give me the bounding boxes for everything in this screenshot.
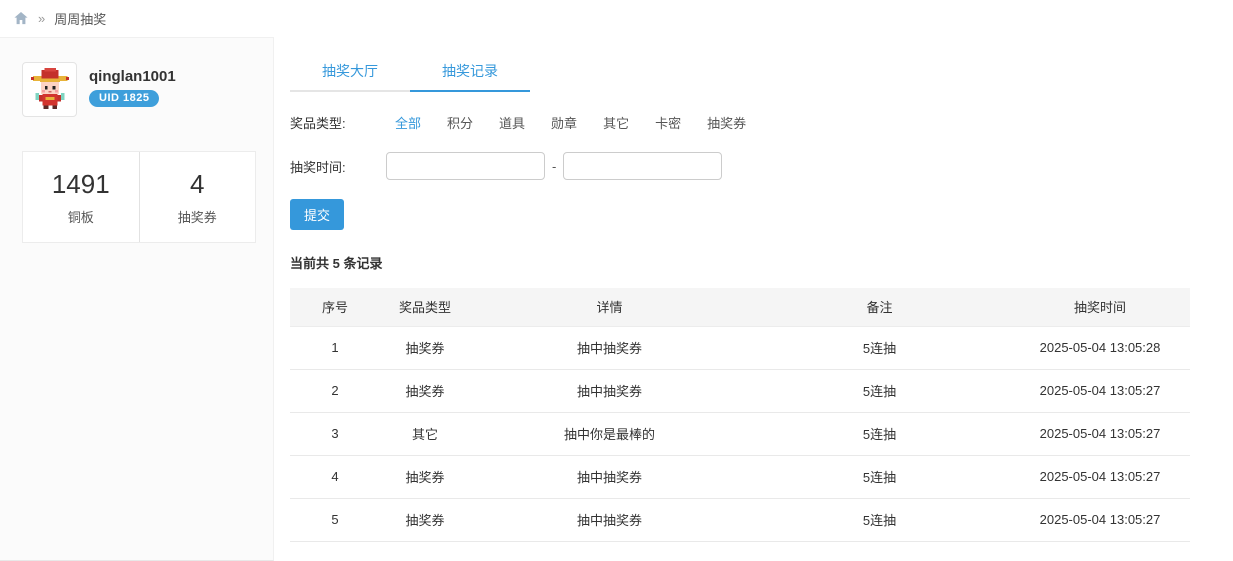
cell-draw-time: 2025-05-04 13:05:27 — [1010, 498, 1190, 541]
draw-time-filter-row: 抽奖时间: - — [290, 152, 1190, 180]
table-row: 5 抽奖券 抽中抽奖券 5连抽 2025-05-04 13:05:27 — [290, 498, 1190, 541]
tab-lottery-hall[interactable]: 抽奖大厅 — [290, 48, 410, 92]
tickets-value: 4 — [140, 169, 256, 200]
filter-option-ticket[interactable]: 抽奖券 — [707, 113, 746, 132]
filter-option-points[interactable]: 积分 — [447, 113, 473, 132]
tab-lottery-records[interactable]: 抽奖记录 — [410, 48, 530, 92]
cell-draw-time: 2025-05-04 13:05:27 — [1010, 412, 1190, 455]
filter-option-all[interactable]: 全部 — [395, 113, 421, 132]
user-sidebar: qinglan1001 UID 1825 1491 铜板 4 抽奖券 — [0, 37, 274, 561]
tickets-label: 抽奖券 — [140, 207, 256, 226]
cell-index: 3 — [290, 412, 380, 455]
main-content: 抽奖大厅 抽奖记录 奖品类型: 全部 积分 道具 勋章 其它 卡密 抽奖券 抽奖… — [274, 37, 1233, 561]
cell-detail: 抽中抽奖券 — [470, 369, 749, 412]
filter-option-other[interactable]: 其它 — [603, 113, 629, 132]
records-table: 序号 奖品类型 详情 备注 抽奖时间 1 抽奖券 抽中抽奖券 5连抽 2025-… — [290, 288, 1190, 542]
range-separator: - — [552, 159, 556, 174]
copper-value: 1491 — [23, 169, 139, 200]
filter-option-medal[interactable]: 勋章 — [551, 113, 577, 132]
currency-stats-box: 1491 铜板 4 抽奖券 — [22, 151, 256, 243]
cell-remark: 5连抽 — [749, 498, 1010, 541]
filter-option-props[interactable]: 道具 — [499, 113, 525, 132]
cell-prize-type: 其它 — [380, 412, 470, 455]
cell-index: 5 — [290, 498, 380, 541]
tab-bar: 抽奖大厅 抽奖记录 — [290, 48, 530, 92]
breadcrumb-separator: » — [38, 11, 45, 26]
stat-copper: 1491 铜板 — [23, 152, 140, 242]
table-row: 2 抽奖券 抽中抽奖券 5连抽 2025-05-04 13:05:27 — [290, 369, 1190, 412]
cell-remark: 5连抽 — [749, 412, 1010, 455]
cell-prize-type: 抽奖券 — [380, 498, 470, 541]
col-header-prize-type: 奖品类型 — [380, 288, 470, 326]
cell-remark: 5连抽 — [749, 455, 1010, 498]
prize-type-options: 全部 积分 道具 勋章 其它 卡密 抽奖券 — [395, 113, 772, 132]
cell-detail: 抽中抽奖券 — [470, 498, 749, 541]
prize-type-label: 奖品类型: — [290, 113, 362, 132]
cell-draw-time: 2025-05-04 13:05:28 — [1010, 326, 1190, 369]
mascot-avatar-image — [27, 67, 73, 113]
col-header-draw-time: 抽奖时间 — [1010, 288, 1190, 326]
copper-label: 铜板 — [23, 207, 139, 226]
table-header-row: 序号 奖品类型 详情 备注 抽奖时间 — [290, 288, 1190, 326]
uid-badge: UID 1825 — [89, 90, 159, 107]
breadcrumb-current: 周周抽奖 — [54, 9, 106, 28]
cell-detail: 抽中抽奖券 — [470, 455, 749, 498]
cell-remark: 5连抽 — [749, 369, 1010, 412]
draw-time-label: 抽奖时间: — [290, 157, 362, 176]
cell-index: 4 — [290, 455, 380, 498]
breadcrumb: » 周周抽奖 — [0, 0, 1233, 37]
draw-time-to-input[interactable] — [563, 152, 722, 180]
cell-draw-time: 2025-05-04 13:05:27 — [1010, 369, 1190, 412]
table-row: 4 抽奖券 抽中抽奖券 5连抽 2025-05-04 13:05:27 — [290, 455, 1190, 498]
user-avatar — [22, 62, 77, 117]
cell-index: 1 — [290, 326, 380, 369]
cell-prize-type: 抽奖券 — [380, 455, 470, 498]
col-header-index: 序号 — [290, 288, 380, 326]
filter-option-cardkey[interactable]: 卡密 — [655, 113, 681, 132]
cell-prize-type: 抽奖券 — [380, 369, 470, 412]
table-row: 1 抽奖券 抽中抽奖券 5连抽 2025-05-04 13:05:28 — [290, 326, 1190, 369]
cell-index: 2 — [290, 369, 380, 412]
home-icon[interactable] — [13, 11, 29, 26]
username: qinglan1001 — [89, 68, 176, 85]
stat-tickets: 4 抽奖券 — [140, 152, 256, 242]
prize-type-filter-row: 奖品类型: 全部 积分 道具 勋章 其它 卡密 抽奖券 — [290, 113, 1190, 132]
cell-detail: 抽中你是最棒的 — [470, 412, 749, 455]
cell-remark: 5连抽 — [749, 326, 1010, 369]
submit-button[interactable]: 提交 — [290, 199, 344, 230]
draw-time-from-input[interactable] — [386, 152, 545, 180]
col-header-remark: 备注 — [749, 288, 1010, 326]
cell-prize-type: 抽奖券 — [380, 326, 470, 369]
cell-detail: 抽中抽奖券 — [470, 326, 749, 369]
col-header-detail: 详情 — [470, 288, 749, 326]
cell-draw-time: 2025-05-04 13:05:27 — [1010, 455, 1190, 498]
record-count-summary: 当前共 5 条记录 — [290, 253, 1190, 272]
table-row: 3 其它 抽中你是最棒的 5连抽 2025-05-04 13:05:27 — [290, 412, 1190, 455]
user-card: qinglan1001 UID 1825 — [0, 38, 273, 137]
